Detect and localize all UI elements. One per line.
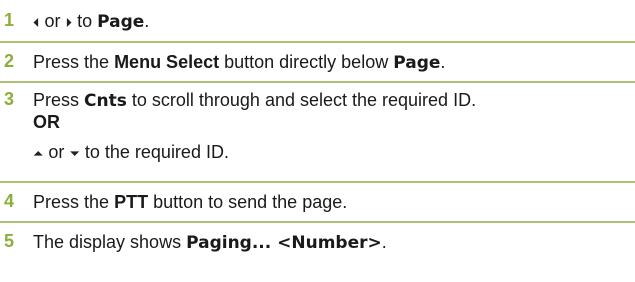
step-number: 5 [4,231,15,251]
step-number: 2 [4,51,15,71]
step-text: ⏴ or ⏵ to Page. [33,11,150,32]
left-arrow-icon: ⏴ [33,15,40,30]
ptt-button-label: PTT [114,192,149,212]
procedure-steps: 1 ⏴ or ⏵ to Page. 2 Press the Menu Selec… [0,0,635,282]
step-text: Press the PTT button to send the page. [33,192,348,212]
step-number: 3 [4,89,15,109]
display-keyword-page: Page [393,53,441,73]
step-text: The display shows Paging... <Number>. [33,232,387,253]
step-text: Press the Menu Select button directly be… [33,52,446,73]
step-5: 5 The display shows Paging... <Number>. [0,221,635,261]
or-label: OR [33,112,60,132]
step-number: 1 [4,10,15,30]
display-keyword-page: Page [97,12,145,32]
step-1: 1 ⏴ or ⏵ to Page. [0,0,635,43]
menu-select-button-label: Menu Select [114,52,220,72]
display-keyword-cnts: Cnts [84,91,127,111]
step-text: Press Cnts to scroll through and select … [33,90,477,111]
display-text-paging: Paging... <Number> [186,233,382,253]
step-number: 4 [4,191,15,211]
or-text: or [44,11,61,31]
up-arrow-icon: ⏶ [33,146,44,161]
step-4: 4 Press the PTT button to send the page. [0,181,635,223]
step-3: 3 Press Cnts to scroll through and selec… [0,81,635,183]
to-text: to [77,11,93,31]
down-arrow-icon: ⏷ [69,146,80,161]
step-2: 2 Press the Menu Select button directly … [0,41,635,83]
step-alt-text: ⏶ or ⏷ to the required ID. [33,142,229,162]
right-arrow-icon: ⏵ [65,15,73,30]
